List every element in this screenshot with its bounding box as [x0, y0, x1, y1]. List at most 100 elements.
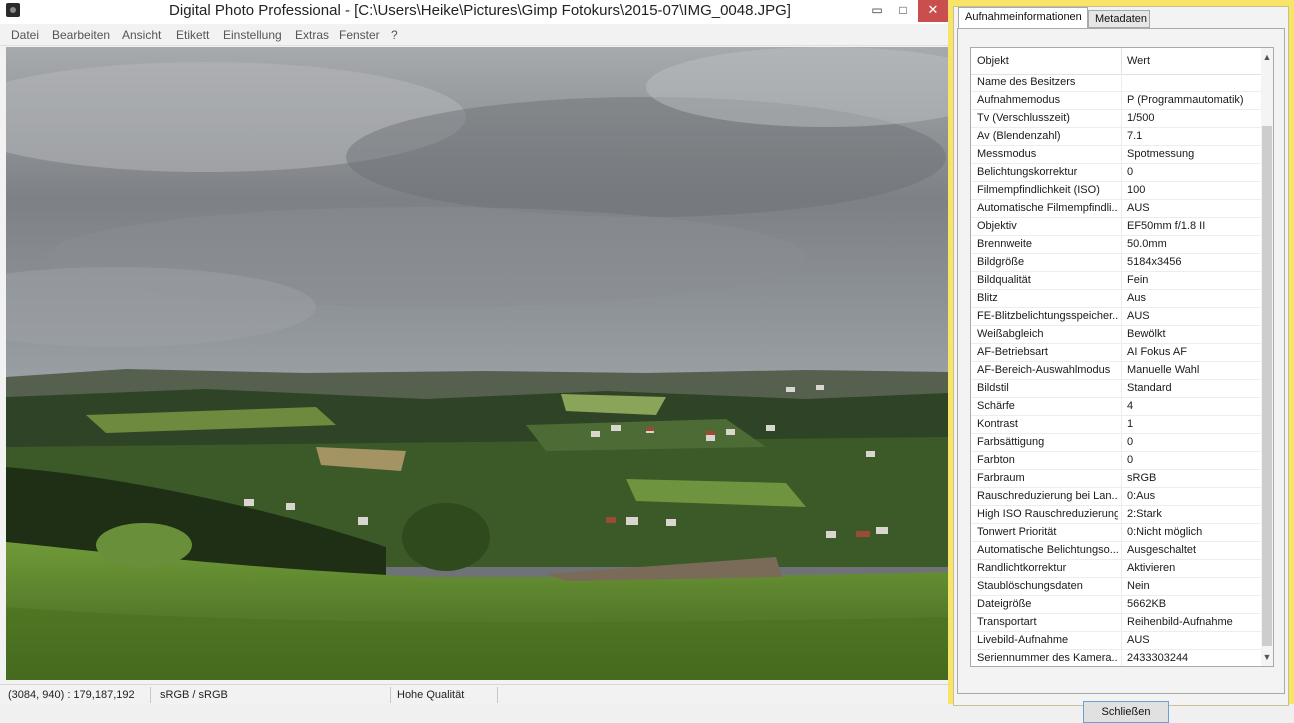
menu-datei[interactable]: Datei [11, 28, 39, 42]
info-row[interactable]: Bildgröße 5184x3456 [971, 254, 1261, 272]
info-row[interactable]: Randlichtkorrektur Aktivieren [971, 560, 1261, 578]
info-row[interactable]: AF-Betriebsart AI Fokus AF [971, 344, 1261, 362]
row-value: 7.1 [1127, 130, 1143, 142]
info-row[interactable]: Automatische Belichtungso... Ausgeschalte… [971, 542, 1261, 560]
row-key: AF-Bereich-Auswahlmodus [977, 364, 1111, 376]
info-row[interactable]: FE-Blitzbelichtungsspeicher... AUS [971, 308, 1261, 326]
row-value: Bewölkt [1127, 328, 1166, 340]
row-divider [1121, 506, 1122, 523]
info-row[interactable]: Av (Blendenzahl) 7.1 [971, 128, 1261, 146]
info-row[interactable]: Transportart Reihenbild-Aufnahme [971, 614, 1261, 632]
row-divider [1121, 362, 1122, 379]
row-value: 0 [1127, 454, 1134, 466]
menu-einstellung[interactable]: Einstellung [223, 28, 282, 42]
info-row[interactable]: Name des Besitzers [971, 74, 1261, 92]
info-row[interactable]: Aufnahmemodus P (Programmautomatik) [971, 92, 1261, 110]
column-header-objekt[interactable]: Objekt [977, 55, 1009, 67]
tab-aufnahmeinformationen[interactable]: Aufnahmeinformationen [958, 7, 1088, 29]
title-bar[interactable]: Digital Photo Professional - [C:\Users\H… [0, 0, 948, 24]
scroll-down-icon[interactable]: ▼ [1261, 650, 1273, 664]
row-value: Aktivieren [1127, 562, 1176, 574]
tab-metadaten[interactable]: Metadaten [1088, 10, 1150, 28]
menu-bar: Datei Bearbeiten Ansicht Etikett Einstel… [0, 25, 948, 46]
menu-bearbeiten[interactable]: Bearbeiten [52, 28, 110, 42]
info-row[interactable]: Objektiv EF50mm f/1.8 II [971, 218, 1261, 236]
row-value: AUS [1127, 310, 1150, 322]
row-value: 4 [1127, 400, 1134, 412]
menu-help[interactable]: ? [391, 28, 398, 42]
row-divider [1121, 416, 1122, 433]
row-value: 50.0mm [1127, 238, 1167, 250]
photo-view[interactable] [6, 47, 948, 680]
row-key: Schärfe [977, 400, 1015, 412]
row-key: Rauschreduzierung bei Lan... [977, 490, 1118, 502]
column-divider[interactable] [1121, 48, 1122, 74]
row-value: 100 [1127, 184, 1146, 196]
info-row[interactable]: Bildqualität Fein [971, 272, 1261, 290]
info-row[interactable]: Schärfe 4 [971, 398, 1261, 416]
info-row[interactable]: Farbsättigung 0 [971, 434, 1261, 452]
menu-fenster[interactable]: Fenster [339, 28, 380, 42]
info-row[interactable]: Tv (Verschlusszeit) 1/500 [971, 110, 1261, 128]
info-row[interactable]: Blitz Aus [971, 290, 1261, 308]
maximize-button[interactable]: □ [890, 0, 916, 22]
row-divider [1121, 326, 1122, 343]
info-row[interactable]: Belichtungskorrektur 0 [971, 164, 1261, 182]
row-key: Weißabgleich [977, 328, 1044, 340]
info-row[interactable]: Dateigröße 5662KB [971, 596, 1261, 614]
menu-ansicht[interactable]: Ansicht [122, 28, 161, 42]
row-divider [1121, 452, 1122, 469]
window-title: Digital Photo Professional - [C:\Users\H… [169, 2, 791, 19]
info-row[interactable]: Farbton 0 [971, 452, 1261, 470]
info-row[interactable]: Filmempfindlichkeit (ISO) 100 [971, 182, 1261, 200]
info-row[interactable]: Staublöschungsdaten Nein [971, 578, 1261, 596]
row-divider [1121, 182, 1122, 199]
info-row[interactable]: AF-Bereich-Auswahlmodus Manuelle Wahl [971, 362, 1261, 380]
row-key: Farbraum [977, 472, 1025, 484]
row-value: 5184x3456 [1127, 256, 1182, 268]
row-value: 2:Stark [1127, 508, 1162, 520]
status-divider [150, 687, 151, 703]
quality-mode: Hohe Qualität [397, 689, 465, 701]
row-divider [1121, 560, 1122, 577]
info-row[interactable]: Seriennummer des Kamera... 2433303244 [971, 650, 1261, 666]
scroll-up-icon[interactable]: ▲ [1261, 50, 1273, 64]
shooting-info-list[interactable]: Objekt Wert Name des Besitzers Aufnahmemo… [970, 47, 1274, 667]
info-row[interactable]: Bildstil Standard [971, 380, 1261, 398]
info-row[interactable]: High ISO Rauschreduzierung 2:Stark [971, 506, 1261, 524]
info-row[interactable]: Farbraum sRGB [971, 470, 1261, 488]
row-value: Nein [1127, 580, 1150, 592]
menu-etikett[interactable]: Etikett [176, 28, 209, 42]
info-row[interactable]: Automatische Filmempfindli... AUS [971, 200, 1261, 218]
info-row[interactable]: Kontrast 1 [971, 416, 1261, 434]
info-row[interactable]: Weißabgleich Bewölkt [971, 326, 1261, 344]
row-divider [1121, 74, 1122, 91]
row-key: Blitz [977, 292, 998, 304]
row-divider [1121, 272, 1122, 289]
row-key: Farbton [977, 454, 1015, 466]
info-row[interactable]: Tonwert Priorität 0:Nicht möglich [971, 524, 1261, 542]
info-row[interactable]: Brennweite 50.0mm [971, 236, 1261, 254]
main-window: Digital Photo Professional - [C:\Users\H… [0, 0, 948, 705]
close-window-button[interactable]: ✕ [918, 0, 948, 22]
row-divider [1121, 218, 1122, 235]
column-header-wert[interactable]: Wert [1127, 55, 1150, 67]
row-key: Livebild-Aufnahme [977, 634, 1069, 646]
schliessen-button[interactable]: Schließen [1083, 701, 1169, 723]
row-value: AUS [1127, 634, 1150, 646]
menu-extras[interactable]: Extras [295, 28, 329, 42]
row-divider [1121, 344, 1122, 361]
row-key: Name des Besitzers [977, 76, 1076, 88]
scroll-thumb[interactable] [1262, 126, 1272, 646]
row-value: Fein [1127, 274, 1149, 286]
row-key: Staublöschungsdaten [977, 580, 1083, 592]
info-row[interactable]: Livebild-Aufnahme AUS [971, 632, 1261, 650]
minimize-button[interactable]: ▭ [864, 0, 890, 22]
row-divider [1121, 488, 1122, 505]
row-key: Bildgröße [977, 256, 1025, 268]
vertical-scrollbar[interactable]: ▲ ▼ [1261, 48, 1273, 666]
row-divider [1121, 614, 1122, 631]
info-row[interactable]: Messmodus Spotmessung [971, 146, 1261, 164]
row-divider [1121, 524, 1122, 541]
info-row[interactable]: Rauschreduzierung bei Lan... 0:Aus [971, 488, 1261, 506]
